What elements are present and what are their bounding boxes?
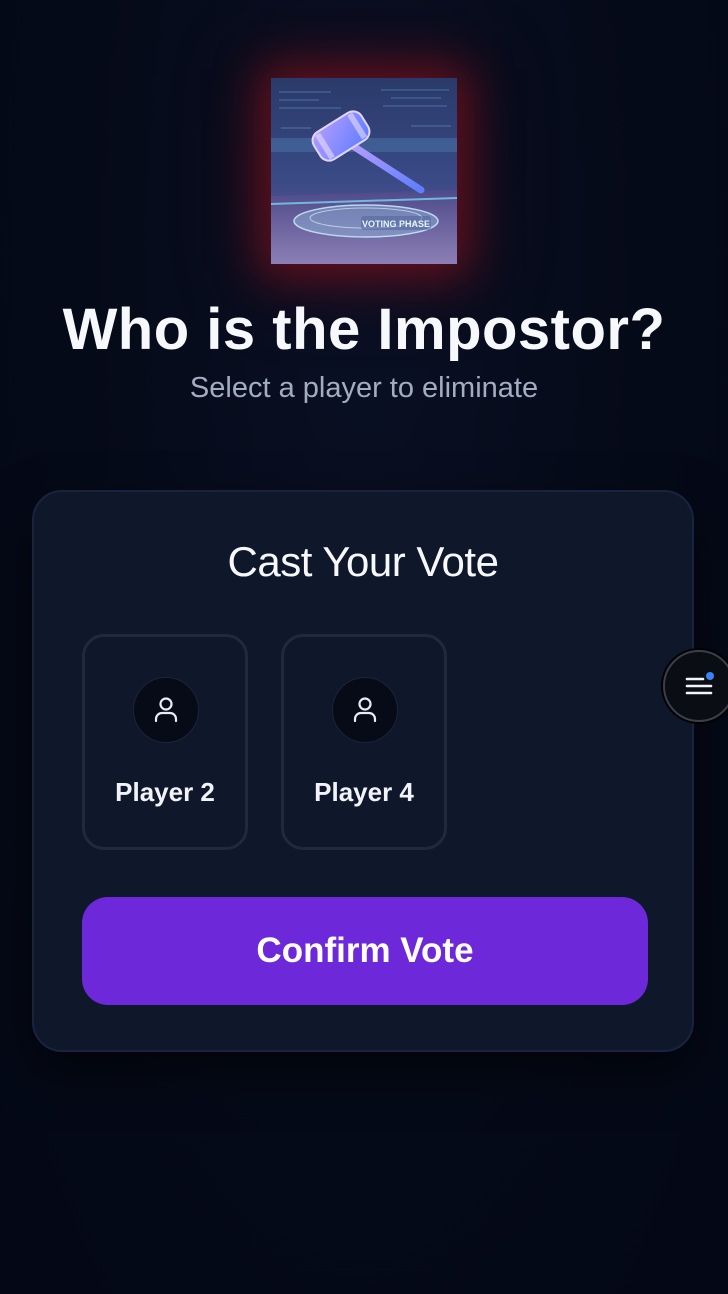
avatar [332,677,398,743]
player-name: Player 2 [115,777,215,807]
avatar [133,677,199,743]
voting-screen: VOTING PHASE Who is the Impostor? Select… [0,0,728,1294]
player-card-player-4[interactable]: Player 4 [281,634,447,850]
vote-card: Cast Your Vote Player 2 Player 4 Confirm… [32,490,694,1052]
confirm-vote-button[interactable]: Confirm Vote [82,897,648,1005]
gavel-illustration: VOTING PHASE [271,78,457,264]
page-subtitle: Select a player to eliminate [189,372,539,404]
notification-dot [706,672,714,680]
player-card-player-2[interactable]: Player 2 [82,634,248,850]
user-icon [353,697,377,723]
floating-menu-button[interactable] [663,650,728,722]
page-title: Who is the Impostor? [62,297,666,362]
menu-icon [685,672,714,695]
user-icon [154,697,178,723]
player-name: Player 4 [314,777,414,807]
voting-phase-caption: VOTING PHASE [362,219,430,229]
vote-card-title: Cast Your Vote [227,538,499,585]
voting-phase-image: VOTING PHASE [271,78,457,264]
